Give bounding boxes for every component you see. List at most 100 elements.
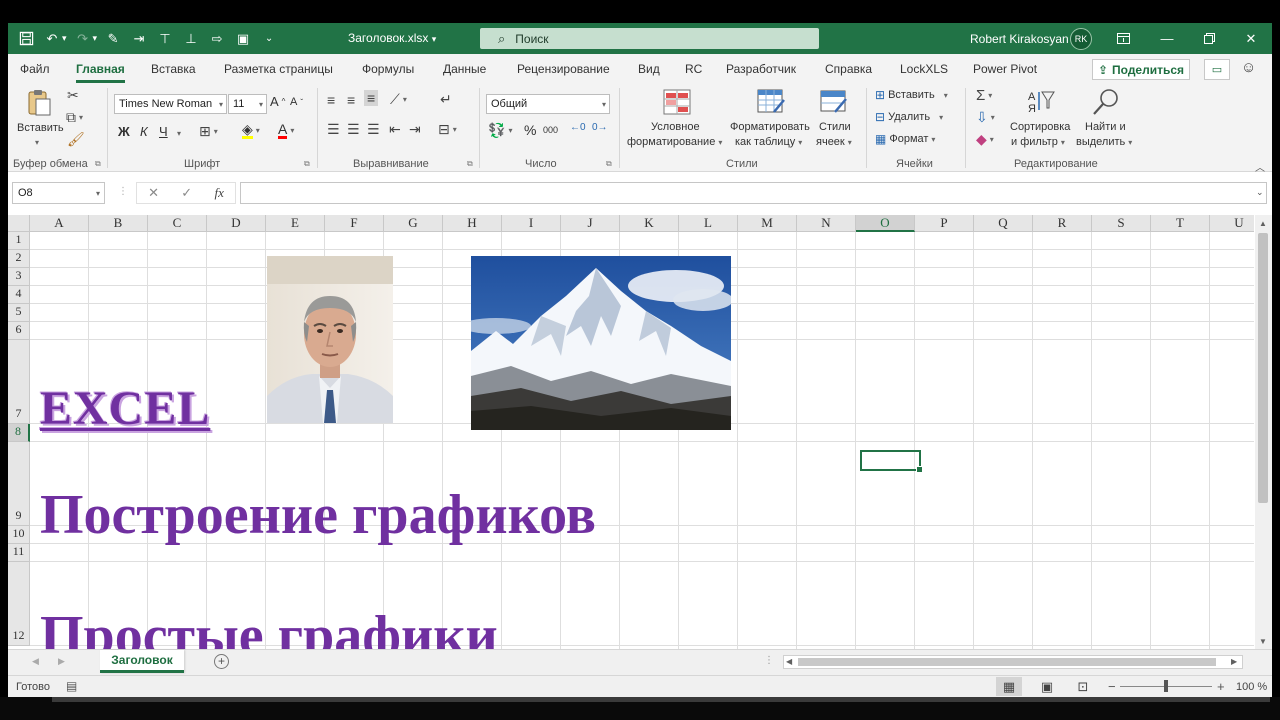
clipboard-launcher-icon[interactable]: ⧉ — [95, 159, 101, 169]
autosum-icon[interactable]: Σ ▾ — [976, 87, 992, 104]
cell-styles-icon[interactable] — [819, 88, 849, 118]
search-box[interactable]: ⌕ Поиск — [480, 28, 819, 49]
format-as-table-button-line2[interactable]: как таблицу ▾ — [735, 136, 802, 148]
orientation-icon[interactable]: ⟋ ▾ — [390, 91, 407, 108]
tab-data[interactable]: Данные — [443, 62, 486, 76]
row-header-1[interactable]: 1 — [8, 232, 30, 250]
row-header-6[interactable]: 6 — [8, 322, 30, 340]
name-box[interactable]: O8 ▾ — [12, 182, 105, 204]
close-icon[interactable]: ✕ — [1232, 23, 1270, 54]
underline-dropdown-icon[interactable]: ▾ — [177, 129, 181, 138]
decrease-indent-icon[interactable]: ⇤ — [389, 121, 401, 138]
row-header-3[interactable]: 3 — [8, 268, 30, 286]
align-bottom-icon[interactable]: ≡ — [364, 90, 379, 106]
brush-icon[interactable]: ✎ — [101, 27, 125, 51]
fill-color-icon[interactable]: ◈ ▾ — [242, 122, 260, 139]
clear-icon[interactable]: ◆ ▾ — [976, 131, 994, 148]
redo-icon[interactable]: ↷ — [71, 27, 95, 51]
column-header-d[interactable]: D — [207, 215, 266, 232]
align-left-icon[interactable]: ☰ — [327, 121, 340, 138]
column-header-f[interactable]: F — [325, 215, 384, 232]
cancel-icon[interactable]: ✕ — [148, 185, 159, 201]
add-sheet-icon[interactable]: + — [214, 654, 229, 669]
decrease-decimal-icon[interactable]: 0→ — [592, 122, 608, 133]
sort-filter-icon[interactable]: АЯ — [1026, 88, 1056, 118]
row-header-4[interactable]: 4 — [8, 286, 30, 304]
align-bottom-icon[interactable]: ⊥ — [179, 27, 203, 51]
format-as-table-button[interactable]: Форматировать — [730, 121, 810, 133]
tab-formulas[interactable]: Формулы — [362, 62, 414, 76]
horizontal-scroll-thumb[interactable] — [798, 658, 1216, 666]
font-color-icon[interactable]: A ▾ — [278, 122, 294, 139]
thousands-separator-button[interactable]: 000 — [543, 125, 558, 135]
column-header-n[interactable]: N — [797, 215, 856, 232]
expand-formula-icon[interactable]: ⌄ — [1256, 187, 1264, 198]
fill-icon[interactable]: ⇩ ▾ — [976, 109, 995, 126]
bold-button[interactable]: Ж — [118, 124, 130, 139]
format-painter-icon[interactable]: 🖌 — [67, 131, 85, 148]
cell-a9-heading[interactable]: Построение графиков — [40, 483, 596, 547]
collapse-ribbon-icon[interactable]: ︿ — [1255, 159, 1265, 174]
column-header-i[interactable]: I — [502, 215, 561, 232]
column-header-o[interactable]: O — [856, 215, 915, 232]
zoom-slider-thumb[interactable] — [1164, 680, 1168, 692]
column-header-q[interactable]: Q — [974, 215, 1033, 232]
align-center-icon[interactable]: ☰ — [347, 121, 360, 138]
page-layout-view-icon[interactable]: ▣ — [1034, 677, 1060, 696]
font-launcher-icon[interactable]: ⧉ — [304, 159, 310, 169]
cell-styles-button-line2[interactable]: ячеек ▾ — [816, 136, 852, 148]
row-header-2[interactable]: 2 — [8, 250, 30, 268]
column-header-u[interactable]: U — [1210, 215, 1254, 232]
select-all-corner[interactable] — [8, 215, 30, 232]
column-header-h[interactable]: H — [443, 215, 502, 232]
column-header-c[interactable]: C — [148, 215, 207, 232]
row-header-9[interactable]: 9 — [8, 442, 30, 526]
share-button[interactable]: ⇪ Поделиться — [1092, 59, 1190, 80]
minimize-icon[interactable]: — — [1148, 23, 1186, 54]
italic-button[interactable]: К — [140, 124, 148, 139]
avatar[interactable]: RK — [1070, 28, 1092, 50]
cell-styles-button[interactable]: Стили — [819, 121, 851, 133]
tab-insert[interactable]: Вставка — [151, 62, 196, 76]
active-cell-o8[interactable] — [860, 450, 923, 473]
paste-button[interactable]: Вставить — [17, 122, 64, 134]
tab-developer[interactable]: Разработчик — [726, 62, 796, 76]
document-title[interactable]: Заголовок.xlsx ▾ — [348, 31, 436, 45]
worksheet-grid[interactable]: A B C D E F G H I J K L M N O P Q R S T U 1 2 3 4 5 6 7 8 9 10 11 12 — [8, 215, 1254, 649]
conditional-formatting-icon[interactable] — [662, 88, 692, 118]
borders-icon[interactable]: ⊞ ▾ — [199, 123, 218, 140]
resize-handle-icon[interactable]: ⋮ — [118, 186, 128, 197]
column-header-e[interactable]: E — [266, 215, 325, 232]
page-break-view-icon[interactable]: ⊡ — [1070, 677, 1096, 696]
move-right-icon[interactable]: ⇨ — [205, 27, 229, 51]
undo-dropdown-icon[interactable]: ▾ — [62, 33, 67, 44]
tab-home[interactable]: Главная — [76, 62, 125, 83]
column-header-t[interactable]: T — [1151, 215, 1210, 232]
tab-rc[interactable]: RC — [685, 62, 702, 76]
feedback-smiley-icon[interactable]: ☺ — [1241, 59, 1256, 76]
paste-dropdown-icon[interactable]: ▾ — [35, 138, 39, 147]
tab-view[interactable]: Вид — [638, 62, 660, 76]
wrap-text-icon[interactable]: ↵ — [440, 91, 452, 108]
increase-font-icon[interactable]: A ^ — [270, 94, 285, 109]
ribbon-display-icon[interactable] — [1104, 23, 1142, 54]
align-top-icon[interactable]: ⊤ — [153, 27, 177, 51]
conditional-formatting-button[interactable]: Условное — [651, 121, 700, 133]
currency-icon[interactable]: 💱 ▾ — [488, 122, 512, 139]
cell-a12-heading[interactable]: Простые графики — [40, 604, 498, 649]
column-header-g[interactable]: G — [384, 215, 443, 232]
enter-icon[interactable]: ✓ — [181, 185, 192, 201]
paste-icon[interactable] — [24, 88, 54, 118]
font-name-select[interactable]: Times New Roman ▾ — [114, 94, 227, 114]
vertical-scroll-thumb[interactable] — [1258, 233, 1268, 503]
column-header-l[interactable]: L — [679, 215, 738, 232]
underline-button[interactable]: Ч — [159, 124, 168, 139]
tab-power-pivot[interactable]: Power Pivot — [973, 62, 1037, 76]
row-header-7[interactable]: 7 — [8, 340, 30, 424]
cell-a7-excel-title[interactable]: EXCEL — [40, 381, 210, 436]
comments-icon[interactable]: ▭ — [1204, 59, 1230, 80]
format-as-table-icon[interactable] — [756, 88, 786, 118]
column-header-r[interactable]: R — [1033, 215, 1092, 232]
tab-page-layout[interactable]: Разметка страницы — [224, 62, 333, 76]
increase-indent-icon[interactable]: ⇥ — [409, 121, 421, 138]
